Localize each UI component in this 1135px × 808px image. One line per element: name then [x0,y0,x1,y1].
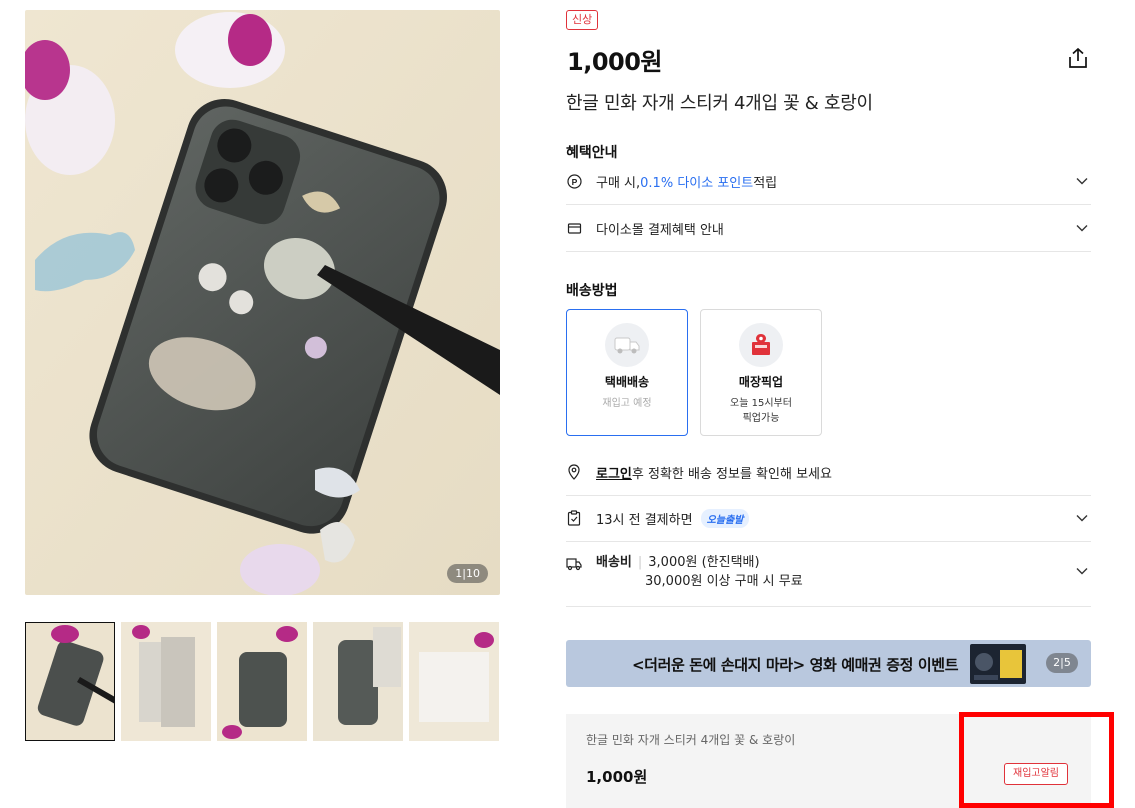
product-price: 1,000원 [567,48,663,76]
main-product-image[interactable]: 1|10 [25,10,500,595]
delivery-option-name: 택배배송 [604,375,650,389]
parcel-truck-icon [605,323,649,367]
purchase-summary: 한글 민화 자개 스티커 4개입 꽃 & 호랑이 1,000원 재입고알림 [566,714,1091,808]
pickup-time-line2: 픽업가능 [742,413,780,424]
thumbnail-strip [25,622,500,742]
thumbnail-4[interactable] [313,622,403,741]
location-pin-icon [566,464,582,480]
point-icon: P [566,173,582,189]
divider [566,495,1091,496]
product-title: 한글 민화 자개 스티커 4개입 꽃 & 호랑이 [566,93,873,114]
chevron-down-icon [1075,221,1089,235]
card-icon [566,220,582,236]
summary-product-name: 한글 민화 자개 스티커 4개입 꽃 & 호랑이 [586,733,796,747]
chevron-down-icon [1075,564,1089,578]
restock-alert-button[interactable]: 재입고알림 [1004,763,1068,785]
payment-benefit-row[interactable]: 다이소몰 결제혜택 안내 [566,218,1091,238]
cutoff-text: 13시 전 결제하면 [596,512,693,528]
movie-poster-image [970,644,1026,684]
divider [566,541,1091,542]
delivery-option-name: 매장픽업 [738,375,784,389]
event-banner-text: <더러운 돈에 손대지 마라> 영화 예매권 증정 이벤트 [632,656,959,674]
login-link[interactable]: 로그인 [596,463,632,482]
delivery-heading: 배송방법 [566,283,618,299]
delivery-option-pickup-time: 오늘 15시부터 픽업가능 [701,396,821,426]
delivery-truck-icon [566,556,582,572]
chevron-down-icon [1075,511,1089,525]
login-notice-row: 로그인 후 정확한 배송 정보를 확인해 보세요 [566,462,1091,482]
thumbnail-2[interactable] [121,622,211,741]
login-notice-text: 후 정확한 배송 정보를 확인해 보세요 [631,466,832,482]
banner-counter: 2|5 [1046,653,1078,673]
separator: | [637,555,643,570]
store-pickup-icon [739,323,783,367]
pickup-time-line1: 오늘 15시부터 [730,398,792,409]
free-shipping-condition: 30,000원 이상 구매 시 무료 [645,574,803,589]
shipping-fee-value: 3,000원 (한진택배) [648,555,760,570]
thumbnail-3[interactable] [217,622,307,741]
shipping-fee-label: 배송비 [596,555,632,570]
thumbnail-1[interactable] [25,622,115,741]
svg-text:P: P [571,177,577,187]
point-benefit-row[interactable]: P 구매 시, 0.1% 다이소 포인트 적립 [566,171,1091,191]
payment-benefit-label: 다이소몰 결제혜택 안내 [596,222,724,238]
delivery-option-status: 재입고 예정 [602,398,652,409]
today-shipping-badge: 오늘출발 [700,508,750,528]
divider [566,204,1091,205]
benefits-heading: 혜택안내 [566,145,618,161]
thumbnail-5[interactable] [409,622,499,741]
clipboard-check-icon [566,510,582,526]
point-benefit-highlight: 0.1% 다이소 포인트 [640,175,754,191]
shipping-fee-row[interactable]: 배송비 | 3,000원 (한진택배) 30,000원 이상 구매 시 무료 [566,554,1091,594]
shipping-fee-content: 배송비 | 3,000원 (한진택배) 30,000원 이상 구매 시 무료 [596,554,803,592]
delivery-option-pickup[interactable]: 매장픽업 오늘 15시부터 픽업가능 [700,309,822,436]
chevron-down-icon [1075,174,1089,188]
divider [566,606,1091,607]
share-icon[interactable] [1066,46,1090,70]
point-benefit-suffix: 적립 [753,175,778,191]
cutoff-row[interactable]: 13시 전 결제하면 오늘출발 [566,508,1091,528]
new-badge: 신상 [566,10,599,30]
event-banner[interactable]: <더러운 돈에 손대지 마라> 영화 예매권 증정 이벤트 2|5 [566,640,1091,687]
divider [566,251,1091,252]
delivery-option-parcel[interactable]: 택배배송 재입고 예정 [566,309,688,436]
point-benefit-prefix: 구매 시, [596,175,641,191]
image-counter: 1|10 [447,564,488,583]
summary-price: 1,000원 [586,768,648,786]
